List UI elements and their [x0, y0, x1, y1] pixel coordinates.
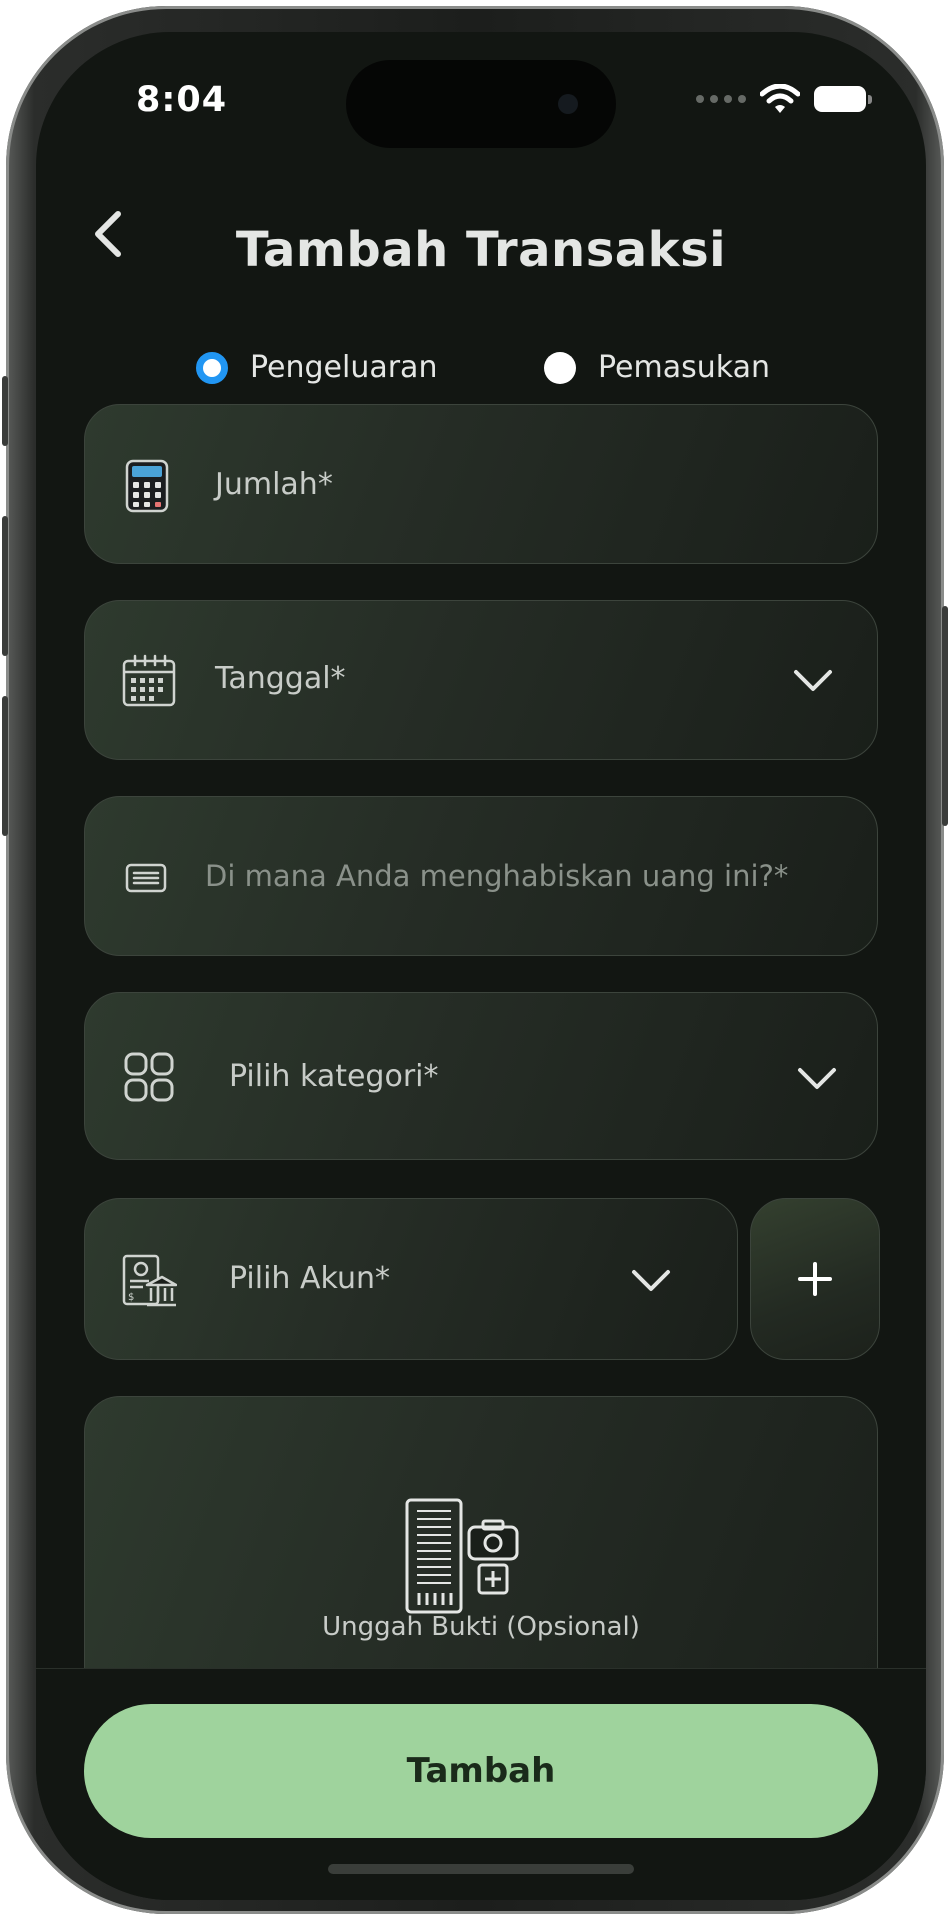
status-indicators — [696, 84, 872, 114]
amount-label: Jumlah* — [215, 467, 333, 502]
status-time: 8:04 — [136, 80, 228, 120]
description-field[interactable]: Di mana Anda menghabiskan uang ini?* — [84, 796, 878, 956]
chevron-down-icon[interactable] — [631, 1269, 671, 1293]
date-field[interactable]: Tanggal* — [84, 600, 878, 760]
radio-option-expense[interactable]: Pengeluaran — [196, 350, 437, 385]
volume-down-button — [2, 696, 8, 836]
bank-account-icon: $ — [122, 1254, 177, 1307]
radio-label-expense: Pengeluaran — [250, 350, 438, 385]
home-indicator — [328, 1864, 634, 1874]
page-title: Tambah Transaksi — [235, 222, 727, 278]
radio-selected-icon[interactable] — [196, 351, 228, 384]
add-account-button[interactable] — [750, 1198, 880, 1360]
transaction-type-selector: Pengeluaran Pemasukan — [36, 350, 926, 400]
dynamic-island — [346, 60, 616, 148]
category-field[interactable]: Pilih kategori* — [84, 992, 878, 1160]
calendar-icon — [122, 654, 176, 707]
radio-option-income[interactable]: Pemasukan — [544, 350, 770, 385]
notes-icon — [125, 863, 167, 893]
radio-unselected-icon[interactable] — [544, 351, 576, 384]
account-label: Pilih Akun* — [229, 1261, 390, 1296]
chevron-down-icon[interactable] — [797, 1067, 837, 1091]
phone-frame: 8:04 Tambah Transaksi Pengeluaran Pemasu… — [2, 6, 948, 1914]
action-button — [2, 376, 8, 446]
date-label: Tanggal* — [215, 661, 346, 696]
submit-button[interactable]: Tambah — [84, 1704, 878, 1838]
signal-icon — [696, 95, 746, 103]
battery-icon — [814, 86, 872, 112]
wifi-icon — [760, 84, 800, 113]
radio-label-income: Pemasukan — [598, 350, 770, 385]
chevron-down-icon[interactable] — [793, 669, 833, 693]
account-field[interactable]: $ Pilih Akun* — [84, 1198, 738, 1360]
plus-icon — [798, 1262, 832, 1296]
svg-text:$: $ — [128, 1292, 134, 1303]
volume-up-button — [2, 516, 8, 656]
amount-field[interactable]: Jumlah* — [84, 404, 878, 564]
description-placeholder: Di mana Anda menghabiskan uang ini?* — [205, 859, 789, 893]
receipt-camera-icon — [405, 1498, 519, 1614]
power-button — [942, 606, 948, 826]
app-screen: 8:04 Tambah Transaksi Pengeluaran Pemasu… — [36, 32, 926, 1900]
upload-label: Unggah Bukti (Opsional) — [322, 1612, 640, 1642]
calculator-icon — [125, 459, 169, 513]
grid-icon — [124, 1052, 174, 1102]
category-label: Pilih kategori* — [229, 1059, 439, 1094]
camera-icon — [558, 94, 578, 114]
